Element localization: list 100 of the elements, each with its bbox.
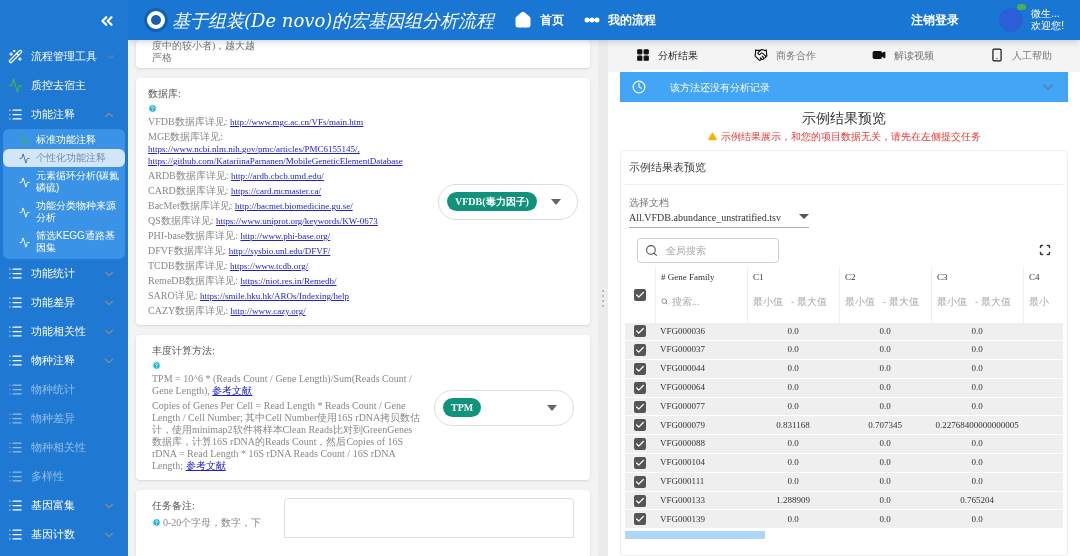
file-select-field[interactable]: 选择文档 All.VFDB.abundance_unstratified.tsv: [629, 194, 809, 228]
database-link[interactable]: https://card.mcmaster.ca/: [231, 186, 322, 196]
global-search-field[interactable]: 全局搜索: [637, 237, 779, 263]
greeting: 欢迎您!: [1031, 20, 1064, 32]
table-row[interactable]: VFG000044 0.0 0.0 0.0: [625, 360, 1063, 379]
note-input-field[interactable]: [284, 498, 574, 538]
fullscreen-icon[interactable]: [1039, 244, 1051, 256]
field-label: 任务备注:: [152, 499, 196, 513]
table-cell-text: VFG000088: [659, 437, 706, 451]
database-link[interactable]: https://www.uniprot.org/keywords/KW-0673: [216, 216, 378, 226]
tab[interactable]: 商务合作: [750, 40, 820, 72]
formula-text: TPM = 10^6 * (Reads Count / Gene Length)/Sum(Reads Count / Gene Length), 参考文献: [152, 373, 413, 397]
database-link[interactable]: http://sysbio.unl.edu/DFVF/: [228, 246, 331, 256]
table-cell-text: 0.831168: [775, 418, 811, 432]
column-header[interactable]: C2: [845, 270, 926, 284]
home-icon: [514, 11, 533, 29]
database-link[interactable]: http://www.cazy.org/: [230, 306, 306, 316]
submenu-item[interactable]: 筛选KEGG通路基因集: [3, 227, 125, 257]
column-header[interactable]: C4: [1029, 270, 1058, 284]
list-icon: [8, 266, 23, 281]
checkbox[interactable]: [634, 344, 646, 357]
list-icon: [8, 107, 23, 122]
verified-badge: [1017, 4, 1027, 10]
submenu-item[interactable]: 元素循环分析(碳氮磷硫): [3, 167, 125, 197]
checkbox[interactable]: [634, 288, 646, 301]
min-value-field[interactable]: 最小值: [937, 294, 967, 309]
max-value-field[interactable]: - 最大值: [883, 294, 919, 309]
submenu-item[interactable]: 标准功能注释: [3, 131, 125, 149]
database-label: TCDB数据库详见:: [148, 260, 229, 271]
sidebar-item[interactable]: 质控去宿主: [0, 71, 128, 100]
logout-button[interactable]: 注销登录: [911, 11, 960, 29]
checkbox[interactable]: [634, 381, 646, 394]
sidebar-item[interactable]: 功能统计: [0, 259, 128, 288]
table-cell-text: 0.0: [970, 512, 984, 526]
dots-icon: [584, 17, 601, 23]
checkbox[interactable]: [634, 438, 646, 451]
search-icon: [661, 298, 668, 305]
min-value-field[interactable]: 最小值: [845, 294, 875, 309]
database-link[interactable]: https://niot.res.in/Remedb/: [240, 276, 337, 286]
column-header[interactable]: C3: [937, 270, 1018, 284]
table-row[interactable]: VFG000104 0.0 0.0 0.0: [625, 454, 1063, 473]
sidebar-item[interactable]: 物种注释: [0, 346, 128, 375]
sidebar-item[interactable]: 功能差异: [0, 288, 128, 317]
squiggle-icon: [19, 152, 30, 164]
tab[interactable]: 人工帮助: [986, 40, 1056, 72]
checkbox[interactable]: [634, 494, 646, 507]
nav-link[interactable]: 我的流程: [584, 11, 657, 29]
table-cell-text: 0.0: [786, 437, 800, 451]
checkbox[interactable]: [634, 325, 646, 338]
table-row[interactable]: VFG000036 0.0 0.0 0.0: [625, 322, 1063, 342]
min-value-field[interactable]: 最小: [1029, 294, 1049, 309]
table-cell-text: 0.0: [878, 381, 892, 395]
checkbox[interactable]: [634, 456, 646, 469]
tab[interactable]: 解读视频: [868, 40, 938, 72]
max-value-field[interactable]: - 最大值: [791, 294, 827, 309]
clock-icon: [632, 80, 646, 94]
database-link[interactable]: http://www.phi-base.org/: [240, 231, 331, 241]
table-row[interactable]: VFG000037 0.0 0.0 0.0: [625, 341, 1063, 361]
database-link[interactable]: https://www.ncbi.nlm.nih.gov/pmc/articles/PMC6155145/,: [148, 144, 360, 154]
note-text: 度中的较小者)，越大越严格: [152, 40, 257, 64]
database-link[interactable]: https://github.com/KatariinaParnanen/MobileGeneticElementDatabase: [148, 156, 403, 166]
checkbox[interactable]: [634, 419, 646, 432]
checkbox[interactable]: [634, 363, 646, 375]
column-search-field[interactable]: 搜索...: [672, 294, 732, 309]
sidebar-item[interactable]: 流程管理工具: [0, 42, 128, 71]
checkbox[interactable]: [634, 513, 646, 526]
submenu-item[interactable]: 功能分类物种来源分析: [3, 197, 125, 227]
database-link[interactable]: http://bacmet.biomedicine.gu.se/: [234, 201, 353, 211]
list-icon: [8, 527, 23, 542]
table-row[interactable]: VFG000139 0.0 0.0 0.0: [625, 510, 1063, 530]
horizontal-scrollbar[interactable]: [625, 531, 765, 540]
history-bar[interactable]: 该方法还没有分析记录: [620, 72, 1068, 102]
table-row[interactable]: VFG000079 0.831168 0.707345 0.22768400000000005: [625, 416, 1063, 436]
table-cell-text: 0.0: [878, 437, 892, 451]
nav-link[interactable]: 首页: [514, 11, 565, 29]
database-link[interactable]: https://www.tcdb.org/: [229, 261, 309, 271]
database-link[interactable]: http://ardb.cbcb.umd.edu/: [231, 171, 324, 181]
database-link[interactable]: https://smile.hku.hk/AROs/Indexing/help: [199, 291, 349, 301]
column-header[interactable]: C1: [753, 270, 834, 284]
column-header[interactable]: # Gene Family: [661, 270, 742, 284]
database-link[interactable]: http://www.mgc.ac.cn/VFs/main.htm: [229, 117, 364, 127]
checkbox[interactable]: [634, 475, 646, 488]
reference-link[interactable]: 参考文献: [185, 460, 226, 471]
sidebar-item[interactable]: 基因计数: [0, 520, 128, 549]
sidebar-item[interactable]: 功能相关性: [0, 317, 128, 346]
checkbox[interactable]: [634, 400, 646, 413]
table-cell-text: 0.0: [878, 512, 892, 526]
table-cell-text: VFG000104: [659, 456, 706, 470]
table-row[interactable]: VFG000088 0.0 0.0 0.0: [625, 435, 1063, 455]
sidebar-item[interactable]: 基因富集: [0, 491, 128, 520]
select-field[interactable]: TPM: [434, 389, 574, 426]
table-cell-text: 0.0: [786, 456, 800, 470]
sidebar-item[interactable]: 功能注释: [0, 100, 128, 129]
select-field[interactable]: VFDB(毒力因子): [438, 183, 578, 220]
database-label: PHI-base数据库详见:: [148, 230, 239, 241]
submenu-item[interactable]: 个性化功能注释: [3, 149, 125, 167]
max-value-field[interactable]: - 最大值: [975, 294, 1011, 309]
reference-link[interactable]: 参考文献: [212, 385, 253, 396]
database-label: BacMet数据库详见:: [148, 200, 234, 211]
min-value-field[interactable]: 最小值: [753, 294, 783, 309]
